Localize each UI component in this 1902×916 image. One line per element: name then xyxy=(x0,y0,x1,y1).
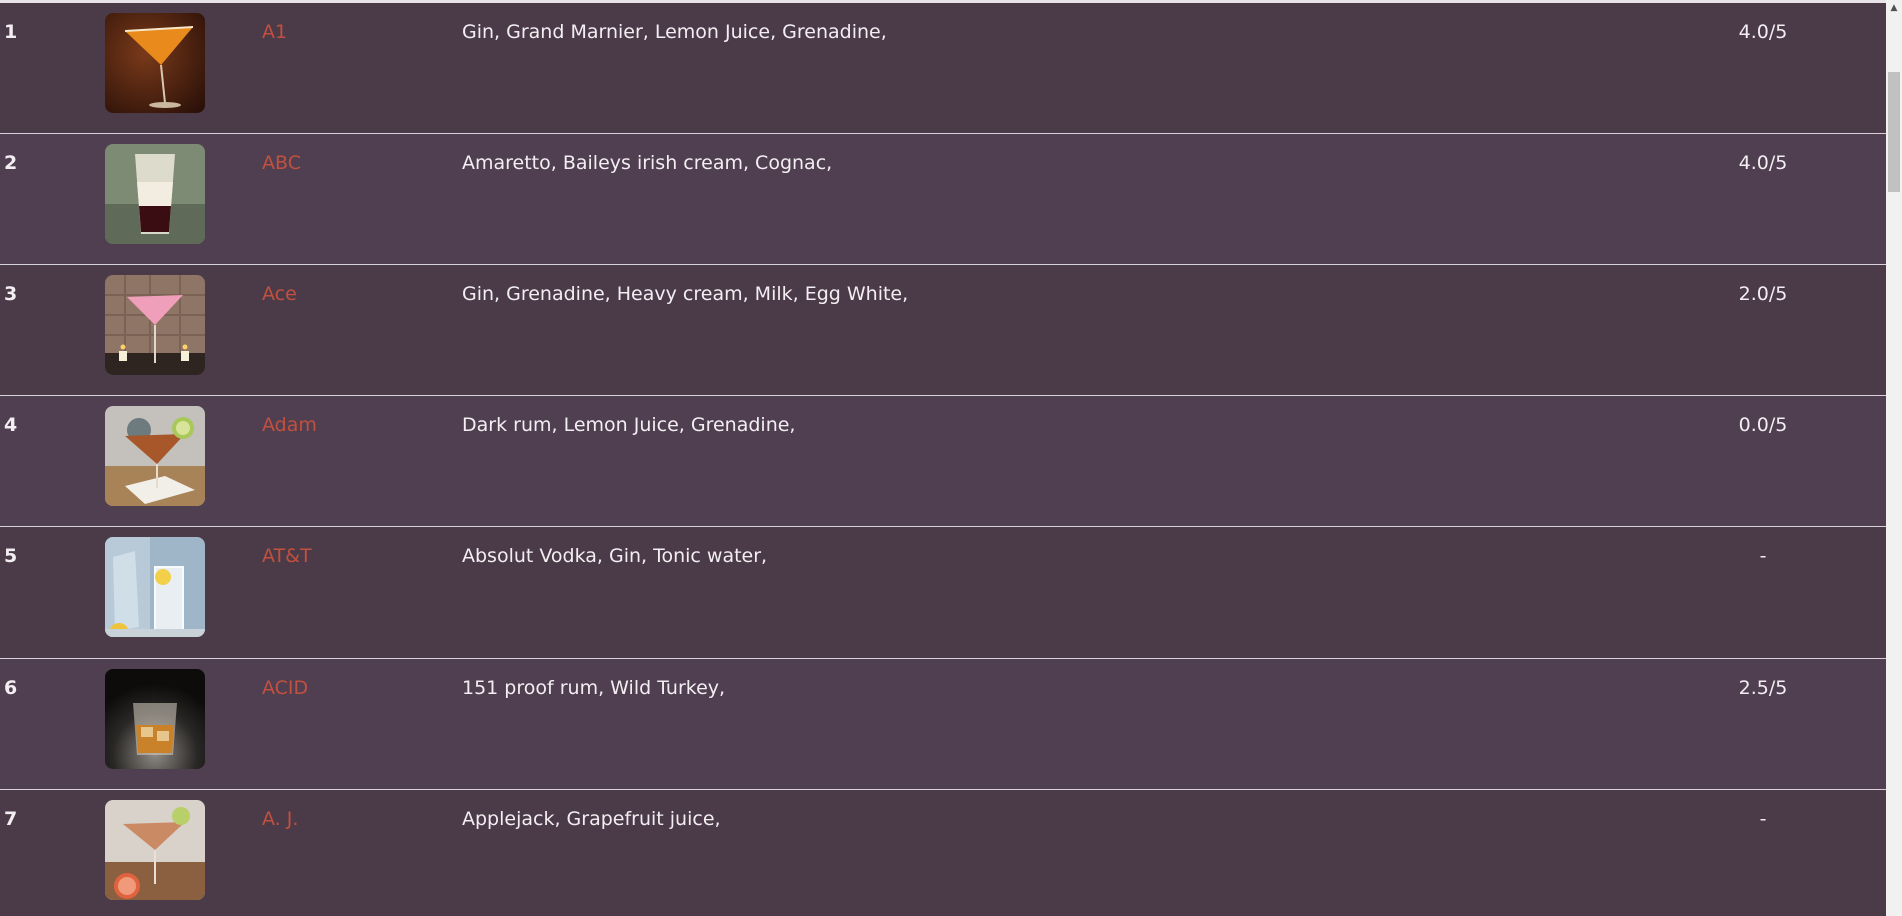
rank-number: 6 xyxy=(4,677,18,699)
cocktail-name-link[interactable]: Ace xyxy=(262,283,297,305)
table-row: 2 ABC Amaretto, Baileys irish cream, Cog… xyxy=(0,134,1886,265)
cocktail-name-link[interactable]: A. J. xyxy=(262,808,298,830)
vertical-scrollbar[interactable]: ▲ xyxy=(1886,0,1902,916)
scrollbar-thumb[interactable] xyxy=(1888,72,1900,192)
rank-number: 2 xyxy=(4,152,18,174)
ingredients-text: Gin, Grand Marnier, Lemon Juice, Grenadi… xyxy=(462,21,887,43)
arrow-up-icon[interactable]: ▲ xyxy=(1886,0,1902,16)
ingredients-text: Dark rum, Lemon Juice, Grenadine, xyxy=(462,414,796,436)
rating-value: 0.0/5 xyxy=(1738,414,1788,436)
rating-value: 4.0/5 xyxy=(1738,152,1788,174)
cocktail-image[interactable] xyxy=(105,537,205,637)
whiskey-rocks-photo xyxy=(105,669,205,769)
ingredients-text: Amaretto, Baileys irish cream, Cognac, xyxy=(462,152,833,174)
cocktail-image[interactable] xyxy=(105,144,205,244)
table-row: 4 Adam Dark rum, Lemon Juice, Grenadine,… xyxy=(0,396,1886,527)
ingredients-text: Gin, Grenadine, Heavy cream, Milk, Egg W… xyxy=(462,283,909,305)
rank-number: 3 xyxy=(4,283,18,305)
cocktail-name-link[interactable]: A1 xyxy=(262,21,287,43)
highball-tonic-photo xyxy=(105,537,205,637)
table-row: 3 Ace Gin, Grenadine, Heavy cream, Milk,… xyxy=(0,265,1886,396)
ingredients-text: 151 proof rum, Wild Turkey, xyxy=(462,677,726,699)
rank-number: 1 xyxy=(4,21,18,43)
cocktail-table: 1 A1 Gin, Grand Marnier, Lemon Juice, Gr… xyxy=(0,0,1886,916)
orange-martini-photo xyxy=(105,13,205,113)
rank-number: 7 xyxy=(4,808,18,830)
cocktail-name-link[interactable]: AT&T xyxy=(262,545,312,567)
layered-shot-photo xyxy=(105,144,205,244)
rank-number: 5 xyxy=(4,545,18,567)
cocktail-name-link[interactable]: Adam xyxy=(262,414,317,436)
rating-value: 2.0/5 xyxy=(1738,283,1788,305)
cocktail-name-link[interactable]: ABC xyxy=(262,152,301,174)
table-row: 5 AT&T Absolut Vodka, Gin, Tonic water, … xyxy=(0,527,1886,659)
grapefruit-martini-photo xyxy=(105,800,205,900)
rating-value: 4.0/5 xyxy=(1738,21,1788,43)
table-row: 7 A. J. Applejack, Grapefruit juice, - xyxy=(0,790,1886,916)
ingredients-text: Absolut Vodka, Gin, Tonic water, xyxy=(462,545,768,567)
pink-martini-photo xyxy=(105,275,205,375)
table-row: 6 ACID 151 proof rum, Wild Turkey, 2.5/5 xyxy=(0,659,1886,790)
page-viewport: 1 A1 Gin, Grand Marnier, Lemon Juice, Gr… xyxy=(0,0,1902,916)
rating-value: - xyxy=(1759,545,1767,567)
cocktail-image[interactable] xyxy=(105,13,205,113)
rank-number: 4 xyxy=(4,414,18,436)
rating-value: - xyxy=(1759,808,1767,830)
cocktail-name-link[interactable]: ACID xyxy=(262,677,308,699)
ingredients-text: Applejack, Grapefruit juice, xyxy=(462,808,721,830)
table-row: 1 A1 Gin, Grand Marnier, Lemon Juice, Gr… xyxy=(0,3,1886,134)
rating-value: 2.5/5 xyxy=(1738,677,1788,699)
cocktail-image[interactable] xyxy=(105,275,205,375)
cocktail-image[interactable] xyxy=(105,406,205,506)
amber-martini-photo xyxy=(105,406,205,506)
cocktail-image[interactable] xyxy=(105,669,205,769)
cocktail-image[interactable] xyxy=(105,800,205,900)
